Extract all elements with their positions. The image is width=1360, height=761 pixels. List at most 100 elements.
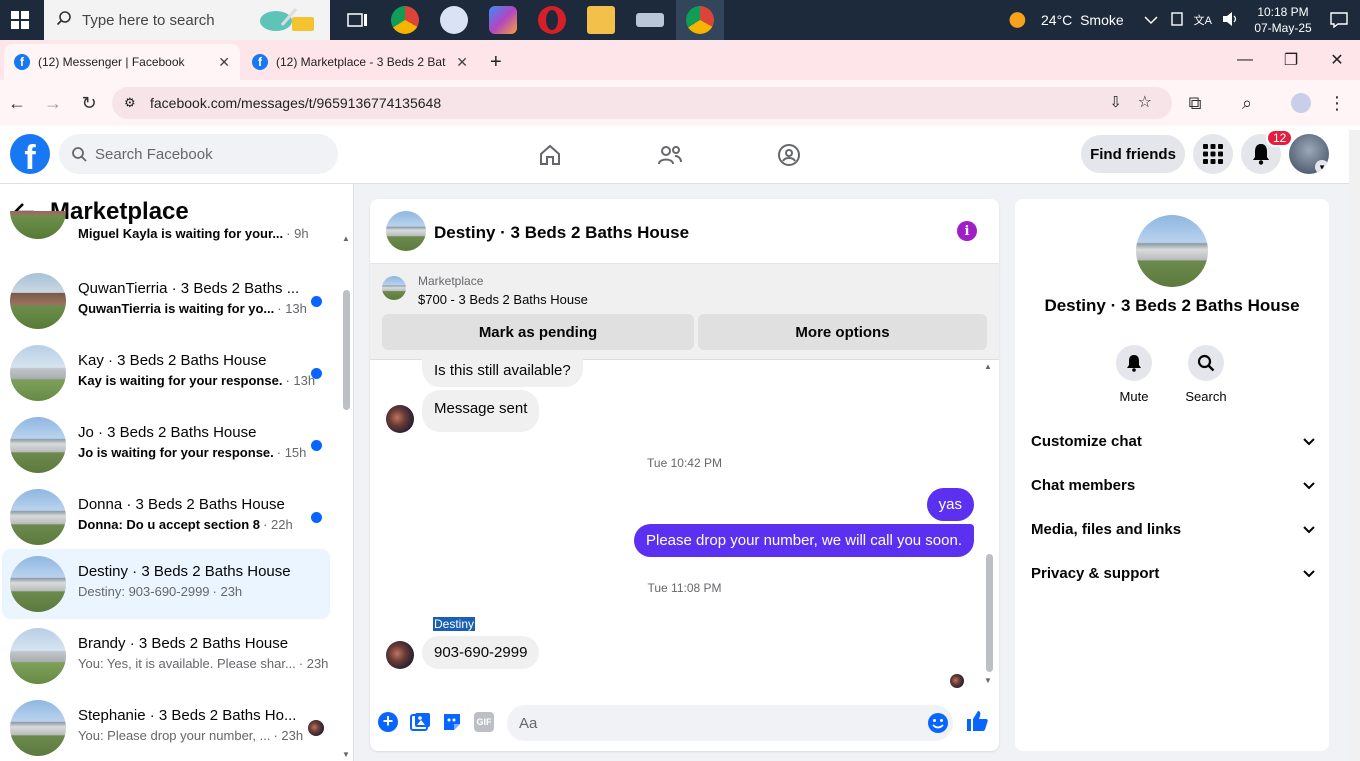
conversation-preview: You: Yes, it is available. Please shar..… (78, 656, 328, 671)
new-tab-button[interactable]: + (480, 44, 510, 80)
chat-title[interactable]: Destiny · 3 Beds 2 Baths House (434, 223, 689, 243)
task-view-icon[interactable] (343, 6, 371, 34)
volume-icon[interactable] (1222, 11, 1240, 30)
conversation-item[interactable]: Stephanie · 3 Beds 2 Baths Ho... You: Pl… (2, 693, 330, 761)
mute-label: Mute (1119, 389, 1149, 404)
install-app-icon[interactable]: ⇩ (1109, 93, 1122, 111)
contact-avatar[interactable] (1136, 215, 1208, 287)
scrollbar-thumb[interactable] (343, 290, 350, 410)
conversation-item[interactable]: Brandy · 3 Beds 2 Baths House You: Yes, … (2, 621, 330, 691)
profile-avatar-icon[interactable] (1286, 88, 1316, 118)
page-scrollbar[interactable] (1349, 130, 1360, 761)
media-files-links-section[interactable]: Media, files and links (1031, 517, 1315, 541)
message-bubble-incoming[interactable]: Is this still available? (422, 355, 583, 387)
chat-avatar[interactable] (386, 211, 426, 251)
conversation-list-scrollbar[interactable]: ▲ ▼ (340, 234, 352, 761)
tab-title: (12) Messenger | Facebook (38, 55, 185, 69)
conversation-preview: Jo is waiting for your response. · 15h (78, 445, 306, 460)
conversation-item[interactable]: Donna · 3 Beds 2 Baths House Donna: Do u… (2, 482, 330, 552)
conversation-item[interactable]: Jo · 3 Beds 2 Baths House Jo is waiting … (2, 410, 330, 480)
windows-start-icon[interactable] (0, 0, 40, 40)
mark-as-pending-button[interactable]: Mark as pending (382, 314, 694, 350)
extensions-icon[interactable]: ⧉ (1180, 88, 1210, 118)
close-tab-icon[interactable]: ✕ (456, 54, 468, 71)
sticker-icon[interactable] (442, 712, 462, 737)
close-tab-icon[interactable]: ✕ (218, 54, 230, 71)
message-bubble-outgoing[interactable]: yas (926, 488, 974, 521)
sender-avatar (386, 641, 414, 669)
emoji-icon[interactable] (927, 712, 949, 738)
conversation-avatar (10, 273, 66, 329)
facebook-logo-icon[interactable]: f (10, 134, 50, 174)
bookmark-star-icon[interactable]: ☆ (1138, 92, 1152, 112)
preview-time: · 23h (298, 656, 329, 671)
message-bubble-outgoing[interactable]: Please drop your number, we will call yo… (634, 524, 974, 557)
home-icon[interactable] (532, 138, 568, 172)
notification-center-icon[interactable] (1318, 12, 1360, 28)
find-friends-button[interactable]: Find friends (1081, 135, 1185, 173)
minimize-window-icon[interactable]: — (1222, 40, 1268, 80)
conversation-item-active[interactable]: Destiny · 3 Beds 2 Baths House Destiny: … (2, 549, 330, 619)
unread-dot (311, 440, 322, 451)
back-arrow-icon[interactable]: ← (2, 88, 32, 118)
message-composer: + GIF Aa (370, 699, 999, 751)
menu-grid-icon[interactable] (1193, 134, 1233, 174)
conversation-item[interactable]: Miguel Kayla is waiting for your... · 9h (2, 211, 330, 241)
photo-icon[interactable] (410, 712, 431, 737)
friends-icon[interactable] (652, 138, 688, 172)
facebook-search-input[interactable]: Search Facebook (59, 134, 338, 174)
close-window-icon[interactable]: ✕ (1314, 40, 1360, 80)
conversation-item[interactable]: QuwanTierria · 3 Beds 2 Baths ... QuwanT… (2, 266, 330, 336)
weather-icon[interactable] (1007, 9, 1034, 31)
chat-scrollbar[interactable]: ▲ ▼ (983, 362, 995, 692)
more-options-button[interactable]: More options (698, 314, 987, 350)
url-field[interactable]: ⚙ facebook.com/messages/t/96591367741356… (112, 87, 1172, 119)
section-label: Privacy & support (1031, 564, 1160, 582)
conversation-avatar (10, 345, 66, 401)
forward-arrow-icon[interactable]: → (38, 88, 68, 118)
plus-icon[interactable]: + (378, 712, 398, 732)
tab-search-icon[interactable]: ⌕ (1232, 88, 1262, 118)
browser-tab-messenger[interactable]: f (12) Messenger | Facebook ✕ (4, 44, 240, 80)
mute-button[interactable]: Mute (1104, 345, 1164, 404)
opera-app-icon[interactable] (538, 6, 566, 34)
chrome-app-icon[interactable] (391, 6, 419, 34)
paint-app-icon[interactable] (440, 6, 468, 34)
chrome-profile-app-icon[interactable] (686, 6, 714, 34)
site-info-icon[interactable]: ⚙ (124, 95, 136, 111)
listing-title[interactable]: $700 - 3 Beds 2 Baths House (418, 292, 588, 307)
browser-tab-marketplace[interactable]: f (12) Marketplace - 3 Beds 2 Bat ✕ (242, 44, 478, 80)
chrome-menu-icon[interactable]: ⋮ (1322, 88, 1352, 118)
preview-text: You: Please drop your number, ... (78, 728, 271, 743)
thumbs-up-icon[interactable] (965, 709, 989, 738)
conversation-avatar (10, 211, 66, 239)
preview-text: Jo is waiting for your response. (78, 445, 274, 460)
privacy-support-section[interactable]: Privacy & support (1031, 561, 1315, 585)
copilot-app-icon[interactable] (489, 6, 517, 34)
gif-icon[interactable]: GIF (474, 712, 494, 732)
info-icon[interactable]: i (957, 221, 977, 241)
language-icon[interactable]: 文A (1194, 12, 1212, 28)
scrollbar-thumb[interactable] (986, 554, 993, 672)
search-in-conversation-button[interactable]: Search (1176, 345, 1236, 404)
weather-text[interactable]: 24°C Smoke (1041, 12, 1124, 28)
reload-icon[interactable]: ↻ (74, 88, 104, 118)
keyboard-app-icon[interactable] (636, 13, 664, 27)
file-explorer-icon[interactable] (587, 6, 615, 34)
message-input[interactable]: Aa (507, 705, 953, 741)
conversation-item[interactable]: Kay · 3 Beds 2 Baths House Kay is waitin… (2, 338, 330, 408)
customize-chat-section[interactable]: Customize chat (1031, 429, 1315, 453)
chevron-up-icon[interactable] (1144, 12, 1158, 28)
chat-members-section[interactable]: Chat members (1031, 473, 1315, 497)
taskbar-clock[interactable]: 10:18 PM 07-May-25 (1248, 4, 1318, 36)
conversation-preview: You: Please drop your number, ... · 23h (78, 728, 303, 743)
restore-window-icon[interactable]: ❐ (1268, 40, 1314, 80)
taskbar-search-box[interactable]: Type here to search (44, 0, 330, 40)
conversation-avatar (10, 556, 66, 612)
message-bubble-incoming[interactable]: 903-690-2999 (422, 636, 540, 669)
network-icon[interactable] (1170, 11, 1184, 30)
groups-icon[interactable] (771, 138, 807, 172)
conversation-avatar (10, 628, 66, 684)
account-avatar[interactable]: ▾ (1289, 134, 1329, 174)
message-bubble-incoming[interactable]: Message sent (422, 390, 540, 432)
